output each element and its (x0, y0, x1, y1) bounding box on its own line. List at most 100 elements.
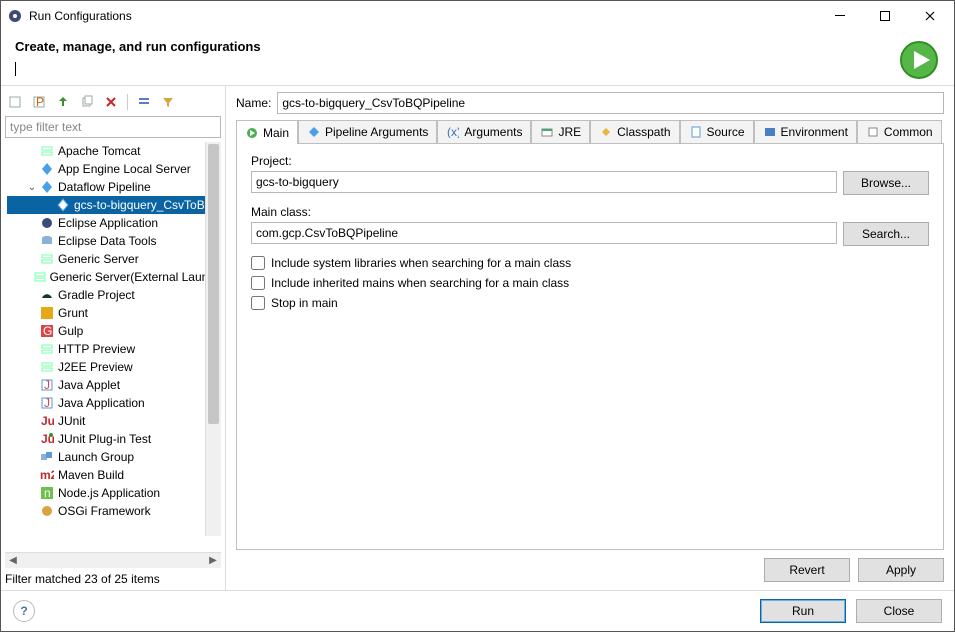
tab-source[interactable]: Source (680, 120, 754, 143)
export-button[interactable] (53, 92, 73, 112)
scroll-right-arrow[interactable]: ▶ (205, 553, 221, 569)
new-config-button[interactable] (5, 92, 25, 112)
include-system-libs-row[interactable]: Include system libraries when searching … (251, 256, 929, 270)
tab-main[interactable]: Main (236, 120, 298, 144)
environment-icon (763, 125, 777, 139)
window-title: Run Configurations (29, 9, 817, 23)
tree-item-label: Generic Server (58, 252, 139, 266)
tree-vertical-scrollbar[interactable] (205, 142, 221, 536)
main-class-input[interactable] (251, 222, 837, 244)
titlebar[interactable]: Run Configurations (1, 1, 954, 31)
duplicate-button[interactable] (77, 92, 97, 112)
stop-in-main-row[interactable]: Stop in main (251, 296, 929, 310)
chevron-down-icon[interactable]: ⌄ (25, 182, 39, 193)
tree-item[interactable]: gcs-to-bigquery_CsvToBQ (7, 196, 221, 214)
tree-item-label: Eclipse Data Tools (58, 234, 157, 248)
java-icon: J (39, 377, 55, 393)
tab-common[interactable]: Common (857, 120, 942, 143)
tree-item-label: Apache Tomcat (58, 144, 141, 158)
tab-classpath[interactable]: Classpath (590, 120, 679, 143)
config-detail-pane: Name: Main Pipeline Arguments (x)=Argume… (226, 86, 954, 590)
tree-item-label: Java Application (58, 396, 145, 410)
classpath-icon (599, 125, 613, 139)
tree-item[interactable]: App Engine Local Server (7, 160, 221, 178)
run-icon (245, 126, 259, 140)
new-prototype-button[interactable]: P (29, 92, 49, 112)
server-icon (39, 251, 55, 267)
tree-horizontal-scrollbar[interactable]: ◀ ▶ (5, 552, 221, 568)
tree-item[interactable]: Generic Server(External Launch (7, 268, 221, 286)
tree-item[interactable]: JuJUnit Plug-in Test (7, 430, 221, 448)
tree-item-label: App Engine Local Server (58, 162, 191, 176)
dataflow-icon (39, 179, 55, 195)
tree-item[interactable]: J2EE Preview (7, 358, 221, 376)
tab-pipeline-arguments[interactable]: Pipeline Arguments (298, 120, 437, 143)
tree-item[interactable]: Eclipse Application (7, 214, 221, 232)
filter-input[interactable] (5, 116, 221, 138)
tree-item-label: Java Applet (58, 378, 120, 392)
project-label: Project: (251, 154, 929, 168)
config-tree-pane: P Apache Tomcat App Engine Local Server ⌄ D… (1, 86, 226, 590)
svg-text:(x)=: (x)= (447, 126, 459, 138)
include-inherited-row[interactable]: Include inherited mains when searching f… (251, 276, 929, 290)
dataflow-icon (55, 197, 71, 213)
run-icon (898, 39, 940, 81)
tree-item[interactable]: Generic Server (7, 250, 221, 268)
tree-item[interactable]: JJava Application (7, 394, 221, 412)
help-button[interactable]: ? (13, 600, 35, 622)
tree-item-label: JUnit (58, 414, 85, 428)
tree-item[interactable]: JuJUnit (7, 412, 221, 430)
maximize-button[interactable] (862, 2, 907, 30)
gulp-icon: G (39, 323, 55, 339)
tree-item[interactable]: nNode.js Application (7, 484, 221, 502)
include-system-libs-checkbox[interactable] (251, 256, 265, 270)
tree-item-label: HTTP Preview (58, 342, 135, 356)
launch-group-icon (39, 449, 55, 465)
tree-item-label: Maven Build (58, 468, 124, 482)
apply-button[interactable]: Apply (858, 558, 944, 582)
datatools-icon (39, 233, 55, 249)
osgi-icon (39, 503, 55, 519)
tree-item-label: Eclipse Application (58, 216, 158, 230)
run-button[interactable]: Run (760, 599, 846, 623)
tree-item[interactable]: Eclipse Data Tools (7, 232, 221, 250)
collapse-all-button[interactable] (134, 92, 154, 112)
svg-text:m2: m2 (40, 468, 54, 482)
config-tree[interactable]: Apache Tomcat App Engine Local Server ⌄ Dat… (5, 142, 221, 520)
search-button[interactable]: Search... (843, 222, 929, 246)
project-input[interactable] (251, 171, 837, 193)
tree-item-label: OSGi Framework (58, 504, 151, 518)
tree-item[interactable]: OSGi Framework (7, 502, 221, 520)
tab-environment[interactable]: Environment (754, 120, 857, 143)
dialog-footer: ? Run Close (1, 590, 954, 631)
tree-item[interactable]: HTTP Preview (7, 340, 221, 358)
tree-item[interactable]: Apache Tomcat (7, 142, 221, 160)
tree-item[interactable]: Gradle Project (7, 286, 221, 304)
minimize-button[interactable] (817, 2, 862, 30)
tab-bar: Main Pipeline Arguments (x)=Arguments JR… (236, 120, 944, 144)
stop-in-main-checkbox[interactable] (251, 296, 265, 310)
tree-item[interactable]: Grunt (7, 304, 221, 322)
tab-jre[interactable]: JRE (531, 120, 590, 143)
revert-button[interactable]: Revert (764, 558, 850, 582)
browse-button[interactable]: Browse... (843, 171, 929, 195)
tree-item[interactable]: JJava Applet (7, 376, 221, 394)
tree-item-label: Generic Server(External Launch (50, 270, 221, 284)
include-inherited-checkbox[interactable] (251, 276, 265, 290)
source-icon (689, 125, 703, 139)
tree-item[interactable]: GGulp (7, 322, 221, 340)
filter-button[interactable] (158, 92, 178, 112)
close-dialog-button[interactable]: Close (856, 599, 942, 623)
server-icon (33, 269, 47, 285)
tree-item-label: Gradle Project (58, 288, 135, 302)
name-input[interactable] (277, 92, 944, 114)
delete-button[interactable] (101, 92, 121, 112)
tree-item[interactable]: ⌄ Dataflow Pipeline (7, 178, 221, 196)
tree-item-label: Dataflow Pipeline (58, 180, 151, 194)
tab-arguments[interactable]: (x)=Arguments (437, 120, 531, 143)
close-button[interactable] (907, 2, 952, 30)
name-label: Name: (236, 96, 271, 110)
tree-item[interactable]: m2 Maven Build (7, 466, 221, 484)
scroll-left-arrow[interactable]: ◀ (5, 553, 21, 569)
tree-item[interactable]: Launch Group (7, 448, 221, 466)
